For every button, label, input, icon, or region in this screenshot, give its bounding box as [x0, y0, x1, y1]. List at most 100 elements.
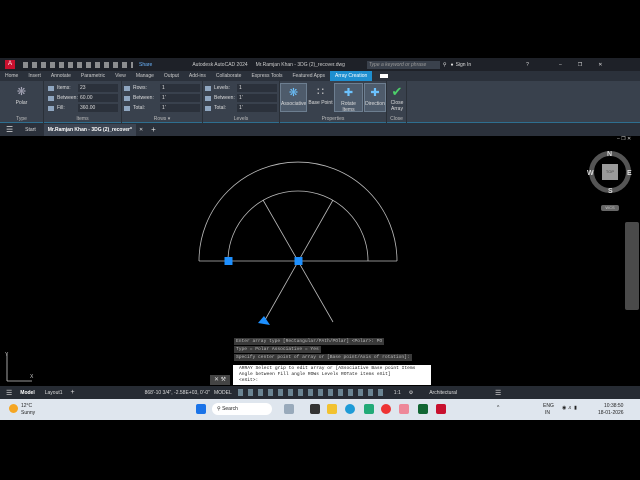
tab-output[interactable]: Output [159, 71, 184, 81]
layout-menu-icon[interactable]: ☰ [6, 389, 12, 397]
row-between-label: Between: [133, 95, 154, 101]
file-explorer-icon[interactable] [327, 404, 337, 414]
app-icon[interactable] [399, 404, 409, 414]
add-layout-button[interactable]: + [71, 389, 75, 396]
tray-chevron-icon[interactable]: ^ [497, 405, 499, 411]
tab-parametric[interactable]: Parametric [76, 71, 110, 81]
app-logo[interactable]: A [5, 60, 15, 69]
checkmark-icon: ✔ [391, 84, 403, 99]
restore-button[interactable]: ❐ [578, 62, 582, 68]
viewport-controls[interactable]: – ❐ ✕ [617, 136, 631, 142]
polar-button[interactable]: ❋ Polar [8, 83, 35, 112]
base-point-button[interactable]: ∷ Base Point [307, 83, 334, 112]
tab-array-creation[interactable]: Array Creation [330, 71, 373, 81]
tab-view[interactable]: View [110, 71, 131, 81]
direction-button[interactable]: ✚ Direction [364, 83, 386, 112]
new-tab-button[interactable]: + [151, 125, 156, 134]
file-title: Mr.Ramjan Khan - 3DG (2)_recover.dwg [255, 61, 345, 68]
base-point-label: Base Point [308, 100, 333, 106]
levels-field[interactable]: 1 [237, 84, 277, 92]
edge-icon[interactable] [345, 404, 355, 414]
rotate-items-icon: ✚ [343, 87, 354, 99]
command-close-button[interactable]: ✕ ⚒ [210, 375, 230, 385]
tab-annotate[interactable]: Annotate [46, 71, 76, 81]
start-button[interactable] [196, 404, 206, 414]
layout1-tab[interactable]: Layout1 [45, 390, 63, 396]
panel-properties: ❋ Associative ∷ Base Point ✚ Rotate Items ✚… [280, 81, 387, 123]
chrome-icon[interactable] [381, 404, 391, 414]
units-dropdown[interactable]: Architectural [429, 390, 457, 396]
weather-label[interactable]: Sunny [21, 410, 35, 416]
model-tab[interactable]: Model [20, 390, 34, 396]
viewcube-top[interactable]: TOP [602, 164, 618, 180]
sign-in-button[interactable]: Sign In [456, 62, 472, 68]
tab-collaborate[interactable]: Collaborate [211, 71, 247, 81]
command-history-line: Enter array type [Rectangular/PAth/POlar… [234, 338, 385, 345]
panel-toggle-icon[interactable] [380, 74, 389, 78]
task-view-icon[interactable] [310, 404, 320, 414]
rotate-items-button[interactable]: ✚ Rotate Items [334, 83, 363, 113]
between-field[interactable]: 60.00 [78, 94, 118, 102]
model-space-button[interactable]: MODEL [214, 390, 232, 396]
panel-items: Items: 23 Between: 60.00 Fill: 360.00 It… [44, 81, 122, 123]
network-volume-battery-icons[interactable]: ◉ ♬ ▮ [562, 405, 577, 411]
taskbar-search[interactable]: ⚲ Search [212, 403, 272, 415]
rows-label: Rows: [133, 85, 147, 91]
tab-manage[interactable]: Manage [131, 71, 159, 81]
gear-icon[interactable]: ⚙ [409, 390, 413, 396]
tab-featured-apps[interactable]: Featured Apps [288, 71, 331, 81]
associative-button[interactable]: ❋ Associative [280, 83, 307, 112]
weather-icon[interactable] [9, 404, 18, 413]
compass-east[interactable]: E [627, 170, 632, 177]
weather-temp[interactable]: 12°C [21, 403, 32, 409]
menu-icon[interactable]: ☰ [6, 125, 13, 134]
rows-icon [124, 85, 130, 91]
tab-insert[interactable]: Insert [23, 71, 46, 81]
row-between-icon [124, 95, 130, 101]
rows-field[interactable]: 1 [160, 84, 200, 92]
windows-taskbar: 12°C Sunny ⚲ Search ^ ENG IN ◉ ♬ ▮ 10:38… [0, 399, 640, 420]
fill-field[interactable]: 360.00 [78, 104, 118, 112]
share-button[interactable]: Share [139, 62, 152, 68]
store-icon[interactable] [364, 404, 374, 414]
compass-north[interactable]: N [607, 151, 612, 158]
customize-icon[interactable]: ☰ [495, 389, 501, 397]
close-array-button[interactable]: ✔ Close Array [387, 83, 407, 112]
close-button[interactable]: ✕ [598, 62, 602, 68]
panel-title-rows[interactable]: Rows ▾ [122, 116, 202, 123]
wcs-menu[interactable]: WCS [601, 205, 619, 211]
ucs-x-label: X [30, 374, 34, 380]
language-indicator[interactable]: ENG [543, 403, 554, 409]
status-toolbar-icons[interactable] [237, 389, 388, 396]
tab-home[interactable]: Home [0, 71, 23, 81]
items-icon [48, 85, 54, 91]
close-tab-icon[interactable]: ✕ [139, 127, 143, 133]
search-icon[interactable]: ⚲ [443, 62, 447, 68]
minimize-button[interactable]: – [559, 62, 562, 68]
row-between-field[interactable]: 1' [160, 94, 200, 102]
compass-west[interactable]: W [587, 170, 594, 177]
terminal-icon[interactable] [418, 404, 428, 414]
levels-label: Levels: [214, 85, 230, 91]
row-total-field[interactable]: 1' [160, 104, 200, 112]
tab-add-ins[interactable]: Add-ins [184, 71, 211, 81]
search-input[interactable]: Type a keyword or phrase [366, 60, 440, 69]
widgets-icon[interactable] [284, 404, 294, 414]
clock-time[interactable]: 10:38:50 [604, 403, 623, 409]
help-icon[interactable]: ? [526, 62, 529, 68]
level-total-field[interactable]: 1' [237, 104, 277, 112]
base-point-icon: ∷ [317, 86, 324, 98]
tab-express-tools[interactable]: Express Tools [246, 71, 287, 81]
compass-south[interactable]: S [608, 188, 613, 195]
autocad-icon[interactable] [436, 404, 446, 414]
annotation-scale[interactable]: 1:1 [394, 390, 401, 396]
start-tab[interactable]: Start [25, 127, 36, 133]
drawing-tab[interactable]: Mr.Ramjan Khan - 3DG (2)_recover* [43, 123, 136, 136]
items-field[interactable]: 23 [78, 84, 118, 92]
clock-date[interactable]: 18-01-2026 [598, 410, 624, 416]
quick-access-toolbar[interactable] [23, 61, 133, 68]
navigation-bar[interactable] [625, 222, 639, 310]
region-indicator[interactable]: IN [545, 410, 550, 416]
command-line-input[interactable]: ARRAY Select grip to edit array or [ASso… [233, 365, 431, 385]
level-between-field[interactable]: 1' [237, 94, 277, 102]
